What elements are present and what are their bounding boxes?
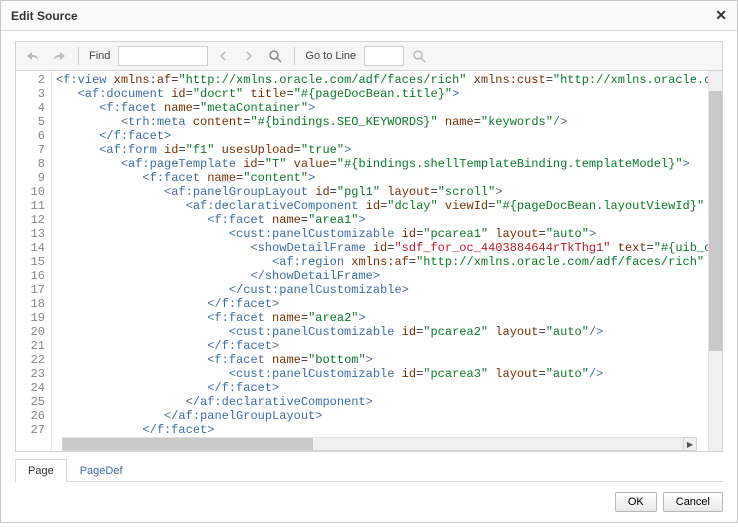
- redo-icon[interactable]: [48, 46, 70, 66]
- editor: Find Go to Line 2345678910: [15, 41, 723, 452]
- undo-icon[interactable]: [22, 46, 44, 66]
- line-number: 3: [16, 87, 51, 101]
- line-number: 6: [16, 129, 51, 143]
- edit-source-dialog: Edit Source ✕ Find: [0, 0, 738, 523]
- code-area[interactable]: <f:view xmlns:af="http://xmlns.oracle.co…: [52, 71, 708, 437]
- line-number: 7: [16, 143, 51, 157]
- line-gutter: 2345678910111213141516171819202122232425…: [16, 71, 52, 451]
- line-number: 11: [16, 199, 51, 213]
- goto-input[interactable]: [364, 46, 404, 66]
- horizontal-scrollbar[interactable]: ▶: [62, 437, 684, 451]
- content: Find Go to Line 2345678910: [1, 31, 737, 482]
- line-number: 27: [16, 423, 51, 437]
- line-number: 17: [16, 283, 51, 297]
- separator: [294, 47, 295, 65]
- goto-label: Go to Line: [305, 50, 356, 62]
- line-number: 10: [16, 185, 51, 199]
- line-number: 21: [16, 339, 51, 353]
- line-number: 20: [16, 325, 51, 339]
- close-icon[interactable]: ✕: [715, 7, 727, 24]
- footer: OK Cancel: [1, 482, 737, 522]
- tab-page[interactable]: Page: [15, 459, 67, 483]
- scroll-right-icon[interactable]: ▶: [683, 437, 697, 451]
- separator: [78, 47, 79, 65]
- find-next-icon[interactable]: [238, 46, 260, 66]
- find-input[interactable]: [118, 46, 208, 66]
- line-number: 16: [16, 269, 51, 283]
- line-number: 24: [16, 381, 51, 395]
- line-number: 5: [16, 115, 51, 129]
- scrollbar-thumb[interactable]: [709, 91, 722, 351]
- search-icon[interactable]: [264, 46, 286, 66]
- goto-icon[interactable]: [408, 46, 430, 66]
- line-number: 19: [16, 311, 51, 325]
- ok-button[interactable]: OK: [615, 492, 657, 512]
- line-number: 18: [16, 297, 51, 311]
- line-number: 15: [16, 255, 51, 269]
- toolbar: Find Go to Line: [16, 42, 722, 71]
- line-number: 23: [16, 367, 51, 381]
- line-number: 13: [16, 227, 51, 241]
- find-label: Find: [89, 50, 110, 62]
- line-number: 4: [16, 101, 51, 115]
- line-number: 14: [16, 241, 51, 255]
- editor-body[interactable]: 2345678910111213141516171819202122232425…: [16, 71, 722, 451]
- line-number: 12: [16, 213, 51, 227]
- line-number: 8: [16, 157, 51, 171]
- line-number: 25: [16, 395, 51, 409]
- tabs: Page PageDef: [15, 458, 723, 482]
- scrollbar-thumb[interactable]: [63, 438, 313, 450]
- vertical-scrollbar[interactable]: [708, 71, 722, 451]
- tab-pagedef[interactable]: PageDef: [67, 459, 136, 483]
- line-number: 22: [16, 353, 51, 367]
- line-number: 26: [16, 409, 51, 423]
- cancel-button[interactable]: Cancel: [663, 492, 723, 512]
- find-prev-icon[interactable]: [212, 46, 234, 66]
- titlebar: Edit Source ✕: [1, 1, 737, 31]
- dialog-title: Edit Source: [11, 9, 78, 23]
- line-number: 2: [16, 73, 51, 87]
- line-number: 9: [16, 171, 51, 185]
